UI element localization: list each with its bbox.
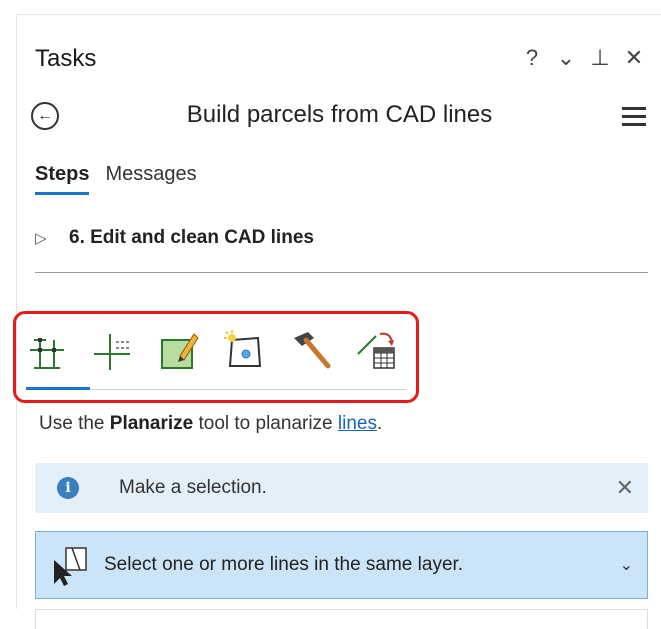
select-features-icon: [50, 544, 92, 586]
instruction-middle: tool to planarize: [193, 413, 338, 434]
menu-icon-bar: [622, 123, 646, 126]
build-parcel-icon: [224, 330, 262, 367]
tab-steps[interactable]: Steps: [35, 163, 90, 195]
lines-link[interactable]: lines: [338, 413, 377, 434]
extend-trim-icon: [94, 334, 130, 370]
tab-strip: Steps Messages: [35, 163, 197, 195]
tasks-pane: Tasks ? ⌄ ⊥ ✕ ← Build parcels from CAD l…: [13, 14, 661, 629]
step-label: 6. Edit and clean CAD lines: [69, 227, 314, 248]
tool-strip: [24, 328, 398, 372]
edit-polygon-icon: [161, 333, 199, 369]
divider: [35, 272, 648, 273]
pin-icon[interactable]: ⊥: [590, 45, 610, 71]
pane-header: Tasks ? ⌄ ⊥ ✕: [17, 15, 661, 75]
hammer-icon: [294, 332, 331, 369]
instruction-suffix: .: [376, 413, 383, 434]
next-field: [35, 609, 648, 629]
attribute-table-tool-button[interactable]: [354, 328, 398, 372]
selected-tool-indicator: [26, 387, 90, 390]
build-parcel-tool-button[interactable]: [222, 328, 266, 372]
close-icon[interactable]: ✕: [624, 45, 644, 71]
planarize-tool-button[interactable]: [24, 328, 68, 372]
pane-title: Tasks: [35, 45, 97, 72]
hammer-tool-button[interactable]: [288, 328, 332, 372]
step-header[interactable]: ▷ 6. Edit and clean CAD lines: [35, 227, 314, 249]
info-message: Make a selection.: [119, 477, 267, 498]
task-title: Build parcels from CAD lines: [186, 101, 493, 128]
chevron-down-icon[interactable]: ⌄: [620, 555, 633, 575]
instruction-text: Use the Planarize tool to planarize line…: [39, 413, 382, 435]
info-message-bar: i Make a selection. ✕: [35, 463, 648, 513]
window-controls: ? ⌄ ⊥ ✕: [522, 45, 644, 71]
tool-highlight-box: [13, 311, 419, 403]
extend-trim-tool-button[interactable]: [90, 328, 134, 372]
attribute-table-icon: [357, 332, 395, 369]
tab-messages[interactable]: Messages: [105, 163, 196, 195]
selection-instruction-dropdown[interactable]: Select one or more lines in the same lay…: [35, 531, 648, 599]
menu-button[interactable]: [622, 107, 646, 127]
info-icon: i: [57, 477, 79, 499]
menu-icon: [622, 107, 646, 110]
options-chevron-icon[interactable]: ⌄: [556, 45, 576, 71]
instruction-tool-name: Planarize: [109, 413, 194, 434]
expand-caret-icon[interactable]: ▷: [35, 229, 51, 247]
selection-message: Select one or more lines in the same lay…: [104, 554, 464, 575]
edit-polygon-tool-button[interactable]: [156, 328, 200, 372]
menu-icon-bar: [622, 115, 646, 118]
help-icon[interactable]: ?: [522, 45, 542, 71]
dismiss-icon[interactable]: ✕: [616, 475, 634, 501]
planarize-icon: [30, 338, 64, 369]
instruction-prefix: Use the: [39, 413, 110, 434]
